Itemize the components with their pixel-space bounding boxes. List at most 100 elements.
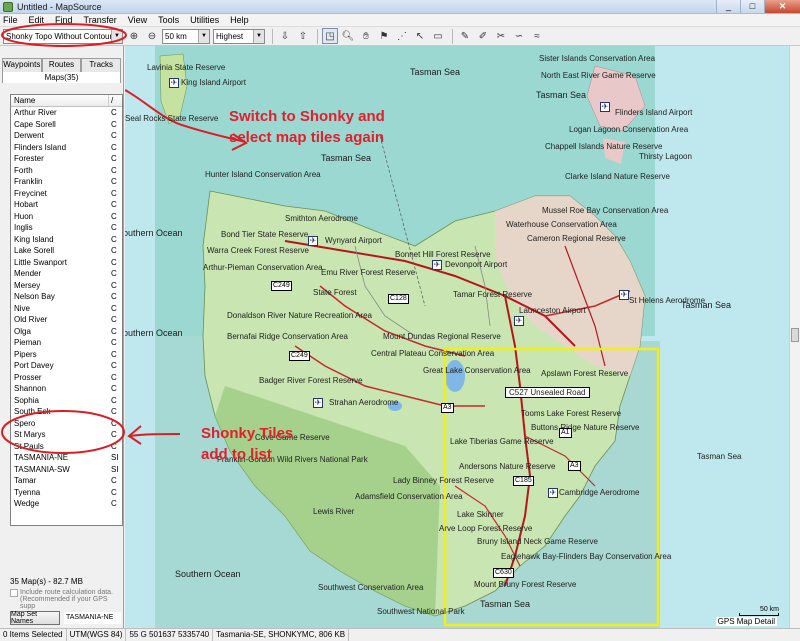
map-list[interactable]: Name / Arthur River C Cape Sorell C Derwent C… (10, 94, 123, 526)
checkbox-icon[interactable] (10, 589, 18, 597)
map-tool-icon[interactable]: ◳ (322, 28, 338, 44)
list-item[interactable]: Nelson Bay C (11, 291, 122, 303)
list-item[interactable]: Cape Sorell C (11, 119, 122, 131)
list-item[interactable]: Pieman C (11, 337, 122, 349)
scale-select[interactable]: 50 km ▼ (162, 28, 210, 44)
title-bar: Untitled - MapSource _ □ ✕ (0, 0, 800, 14)
receive-from-device-icon[interactable]: ⇩ (277, 28, 293, 44)
scrollbar-thumb[interactable] (791, 328, 799, 342)
map-name: Inglis (14, 223, 33, 232)
place-label: Adamsfield Conservation Area (355, 492, 463, 501)
tab-routes[interactable]: Routes (41, 58, 82, 72)
track-erase-icon[interactable]: ✐ (475, 28, 491, 44)
column-name[interactable]: Name (11, 95, 109, 106)
place-label: Tamar Forest Reserve (453, 290, 533, 299)
list-item[interactable]: Forth C (11, 165, 122, 177)
menu-utilities[interactable]: Utilities (190, 15, 219, 25)
list-item[interactable]: Forester C (11, 153, 122, 165)
map-product: C (111, 280, 117, 290)
sea-label: Southern Ocean (175, 569, 241, 579)
hand-tool-icon[interactable]: ✋︎ (358, 28, 374, 44)
place-label: Central Plateau Conservation Area (371, 349, 495, 358)
list-item[interactable]: Pipers C (11, 349, 122, 361)
road-shield: C128 (388, 294, 409, 304)
list-item[interactable]: Nive C (11, 303, 122, 315)
track-split-icon[interactable]: ✂ (493, 28, 509, 44)
window-title: Untitled - MapSource (17, 1, 102, 12)
list-item[interactable]: King Island C (11, 234, 122, 246)
list-item[interactable]: Derwent C (11, 130, 122, 142)
place-label: Mount Dundas Regional Reserve (383, 332, 501, 341)
menu-tools[interactable]: Tools (158, 15, 179, 25)
track-draw-icon[interactable]: ✎ (457, 28, 473, 44)
map-set-names-button[interactable]: Map Set Names (10, 611, 60, 625)
road-callout: C527 Unsealed Road (505, 387, 590, 398)
list-item[interactable]: Tamar C (11, 475, 122, 487)
list-item[interactable]: Olga C (11, 326, 122, 338)
list-item[interactable]: Mender C (11, 268, 122, 280)
map-product: C (111, 326, 117, 336)
map-product: C (111, 234, 117, 244)
route-calc-label: Include route calculation data. (Recomme… (20, 589, 114, 610)
tab-maps[interactable]: Maps(35) (2, 72, 121, 83)
track-join-icon[interactable]: ∽ (511, 28, 527, 44)
map-product: C (111, 487, 117, 497)
list-item[interactable]: Prosser C (11, 372, 122, 384)
annotation-ellipse (1, 23, 127, 47)
minimize-button[interactable]: _ (716, 0, 740, 13)
list-item[interactable]: Little Swanport C (11, 257, 122, 269)
menu-view[interactable]: View (128, 15, 147, 25)
airport-icon: ✈ (432, 260, 442, 270)
list-item[interactable]: Port Davey C (11, 360, 122, 372)
selection-tool-icon[interactable]: ↖ (412, 28, 428, 44)
place-label: Mussel Roe Bay Conservation Area (542, 206, 669, 215)
road-shield: A1 (559, 428, 572, 438)
annotation-text: Shonky Tiles add to list (201, 423, 293, 465)
map-name: Huon (14, 211, 34, 221)
tab-waypoints[interactable]: Waypoints (2, 58, 42, 72)
place-label: Strahan Aerodrome (329, 398, 399, 407)
road-shield: A3 (568, 461, 581, 471)
list-item[interactable]: Shannon C (11, 383, 122, 395)
route-tool-icon[interactable]: ⋰ (394, 28, 410, 44)
list-item[interactable]: Hobart C (11, 199, 122, 211)
list-item[interactable]: TASMANIA-SW SI (11, 464, 122, 476)
zoom-tool-icon[interactable]: 🔍︎ (340, 28, 356, 44)
detail-select[interactable]: Highest ▼ (213, 28, 265, 44)
menu-help[interactable]: Help (230, 15, 249, 25)
map-view[interactable]: Tasman Sea Tasman Sea Tasman Sea Souther… (125, 46, 789, 628)
list-item[interactable]: Franklin C (11, 176, 122, 188)
place-label: Lady Binney Forest Reserve (393, 476, 494, 485)
list-item[interactable]: Old River C (11, 314, 122, 326)
list-item[interactable]: Flinders Island C (11, 142, 122, 154)
column-sort[interactable]: / (109, 95, 113, 106)
list-item[interactable]: Wedge C (11, 498, 122, 510)
list-item[interactable]: Inglis C (11, 222, 122, 234)
place-label: Badger River Forest Reserve (259, 376, 363, 385)
list-item[interactable]: Mersey C (11, 280, 122, 292)
zoom-out-icon[interactable]: ⊖ (144, 28, 160, 44)
route-calc-checkbox[interactable]: Include route calculation data. (Recomme… (10, 589, 122, 610)
map-set-name-value: TASMANIA-NE (64, 612, 121, 624)
map-product: C (111, 269, 117, 278)
list-item[interactable]: Tyenna C (11, 487, 122, 499)
track-filter-icon[interactable]: ≈ (529, 28, 545, 44)
list-item[interactable]: Huon C (11, 211, 122, 223)
list-item[interactable]: Freycinet C (11, 188, 122, 200)
list-item[interactable]: Sophia C (11, 395, 122, 407)
place-label: Mount Bruny Forest Reserve (474, 580, 577, 589)
list-item[interactable]: Lake Sorell C (11, 245, 122, 257)
maximize-button[interactable]: □ (740, 0, 764, 13)
tab-tracks[interactable]: Tracks (81, 58, 122, 72)
annotation-line: Switch to Shonky and (229, 108, 385, 125)
annotation-circle (1, 23, 127, 47)
close-button[interactable]: ✕ (764, 0, 800, 13)
send-to-device-icon[interactable]: ⇧ (295, 28, 311, 44)
road-shield: C249 (271, 281, 292, 291)
measure-tool-icon[interactable]: ▭ (430, 28, 446, 44)
list-item[interactable]: Arthur River C (11, 107, 122, 119)
place-label: State Forest (313, 288, 357, 297)
vertical-scrollbar[interactable] (789, 46, 800, 628)
waypoint-tool-icon[interactable]: ⚑ (376, 28, 392, 44)
map-product: C (111, 499, 117, 508)
